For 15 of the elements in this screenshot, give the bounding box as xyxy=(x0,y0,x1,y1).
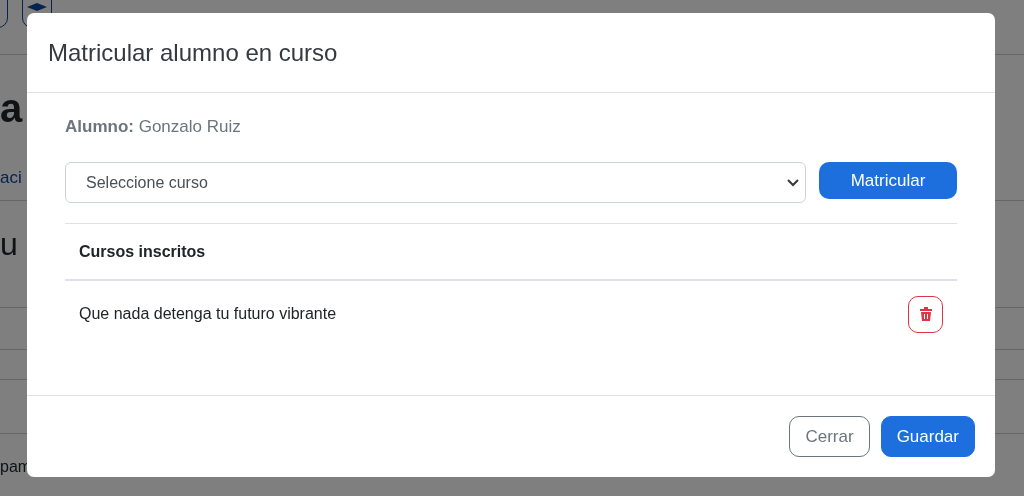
graduation-cap-icon xyxy=(27,3,47,13)
chevron-down-icon xyxy=(787,178,799,187)
course-select[interactable]: Seleccione curso xyxy=(65,162,806,203)
table-cell: Que nada detenga tu futuro vibrante xyxy=(79,305,337,323)
column-header: Cursos inscritos xyxy=(65,224,957,281)
page-heading: a xyxy=(0,86,23,131)
breadcrumb-link[interactable]: aci xyxy=(0,168,22,188)
save-button[interactable]: Guardar xyxy=(880,416,975,457)
trash-icon xyxy=(919,307,932,321)
student-label: Alumno: Gonzalo Ruiz xyxy=(65,117,242,137)
close-button[interactable]: Cerrar xyxy=(789,416,870,457)
enroll-button[interactable]: Matricular xyxy=(819,162,957,199)
delete-button[interactable] xyxy=(908,295,943,333)
section-heading: u xyxy=(0,226,18,263)
modal-title: Matricular alumno en curso xyxy=(48,38,338,67)
